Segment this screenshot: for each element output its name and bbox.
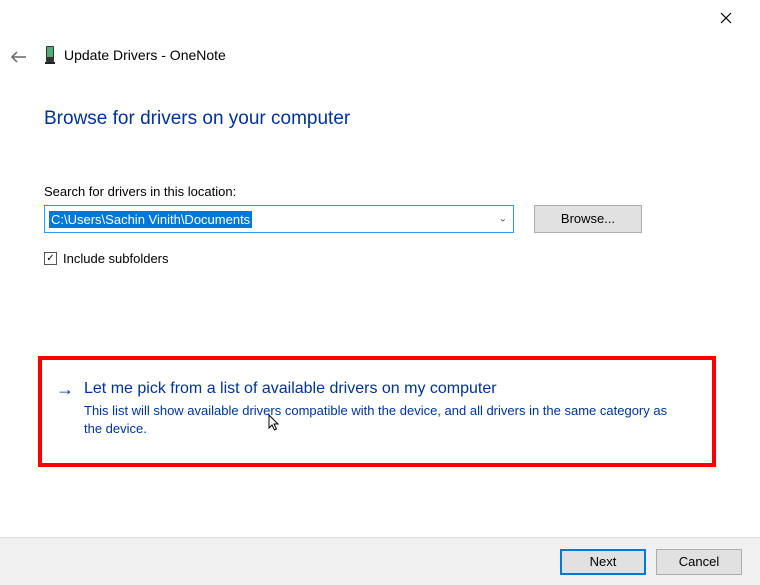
close-button[interactable]	[712, 6, 740, 34]
path-value: C:\Users\Sachin Vinith\Documents	[49, 211, 252, 228]
close-icon	[720, 12, 732, 24]
cancel-button[interactable]: Cancel	[656, 549, 742, 575]
next-button[interactable]: Next	[560, 549, 646, 575]
path-combobox[interactable]: C:\Users\Sachin Vinith\Documents ⌄	[44, 205, 514, 233]
option-title: Let me pick from a list of available dri…	[84, 380, 497, 398]
chevron-down-icon: ⌄	[499, 214, 507, 225]
option-description: This list will show available drivers co…	[84, 402, 674, 437]
arrow-left-icon	[10, 50, 28, 64]
back-button[interactable]	[10, 48, 28, 69]
checkbox-icon: ✓	[44, 252, 57, 265]
footer: Next Cancel	[0, 537, 760, 585]
search-location-label: Search for drivers in this location:	[44, 184, 716, 199]
browse-button[interactable]: Browse...	[534, 205, 642, 233]
page-heading: Browse for drivers on your computer	[44, 108, 716, 130]
device-icon	[44, 45, 56, 65]
window-title: Update Drivers - OneNote	[64, 47, 226, 63]
include-subfolders-label: Include subfolders	[63, 251, 169, 266]
header: Update Drivers - OneNote	[44, 45, 226, 65]
pick-from-list-option[interactable]: → Let me pick from a list of available d…	[38, 356, 716, 467]
include-subfolders-checkbox[interactable]: ✓ Include subfolders	[44, 251, 716, 266]
arrow-right-icon: →	[56, 380, 74, 398]
